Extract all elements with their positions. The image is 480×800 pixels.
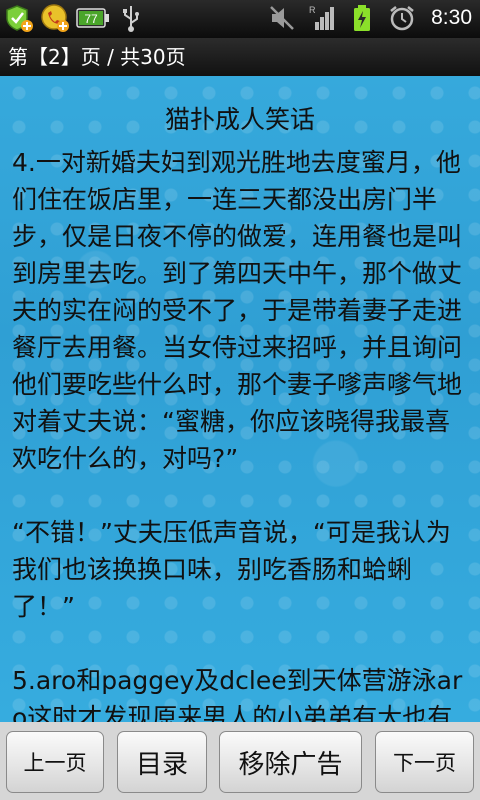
phone-plus-icon bbox=[40, 3, 70, 33]
battery-level-icon: 77 bbox=[76, 3, 110, 33]
roaming-label: R bbox=[309, 5, 316, 15]
article-title: 猫扑成人笑话 bbox=[164, 105, 315, 134]
article-text: 4.一对新婚夫妇到观光胜地去度蜜月，他们住在饭店里，一连三天都没出房门半步，仅是… bbox=[12, 148, 463, 722]
toc-button[interactable]: 目录 bbox=[117, 731, 207, 793]
prev-page-button[interactable]: 上一页 bbox=[6, 731, 104, 793]
battery-badge: 77 bbox=[84, 12, 98, 26]
remove-ads-button[interactable]: 移除广告 bbox=[219, 731, 362, 793]
shield-plus-icon bbox=[4, 3, 34, 33]
next-page-button[interactable]: 下一页 bbox=[375, 731, 474, 793]
page-indicator: 第【2】页 / 共30页 bbox=[0, 38, 480, 76]
signal-icon: R bbox=[307, 3, 337, 33]
status-clock: 8:30 bbox=[431, 6, 472, 29]
usb-icon bbox=[116, 3, 146, 33]
status-bar: 77 R 8:30 bbox=[0, 0, 480, 38]
battery-charging-icon bbox=[347, 3, 377, 33]
mute-icon bbox=[267, 3, 297, 33]
reading-pane[interactable]: 猫扑成人笑话 4.一对新婚夫妇到观光胜地去度蜜月，他们住在饭店里，一连三天都没出… bbox=[0, 76, 480, 722]
alarm-icon bbox=[387, 3, 417, 33]
bottom-toolbar: 上一页 目录 移除广告 下一页 bbox=[0, 722, 480, 800]
